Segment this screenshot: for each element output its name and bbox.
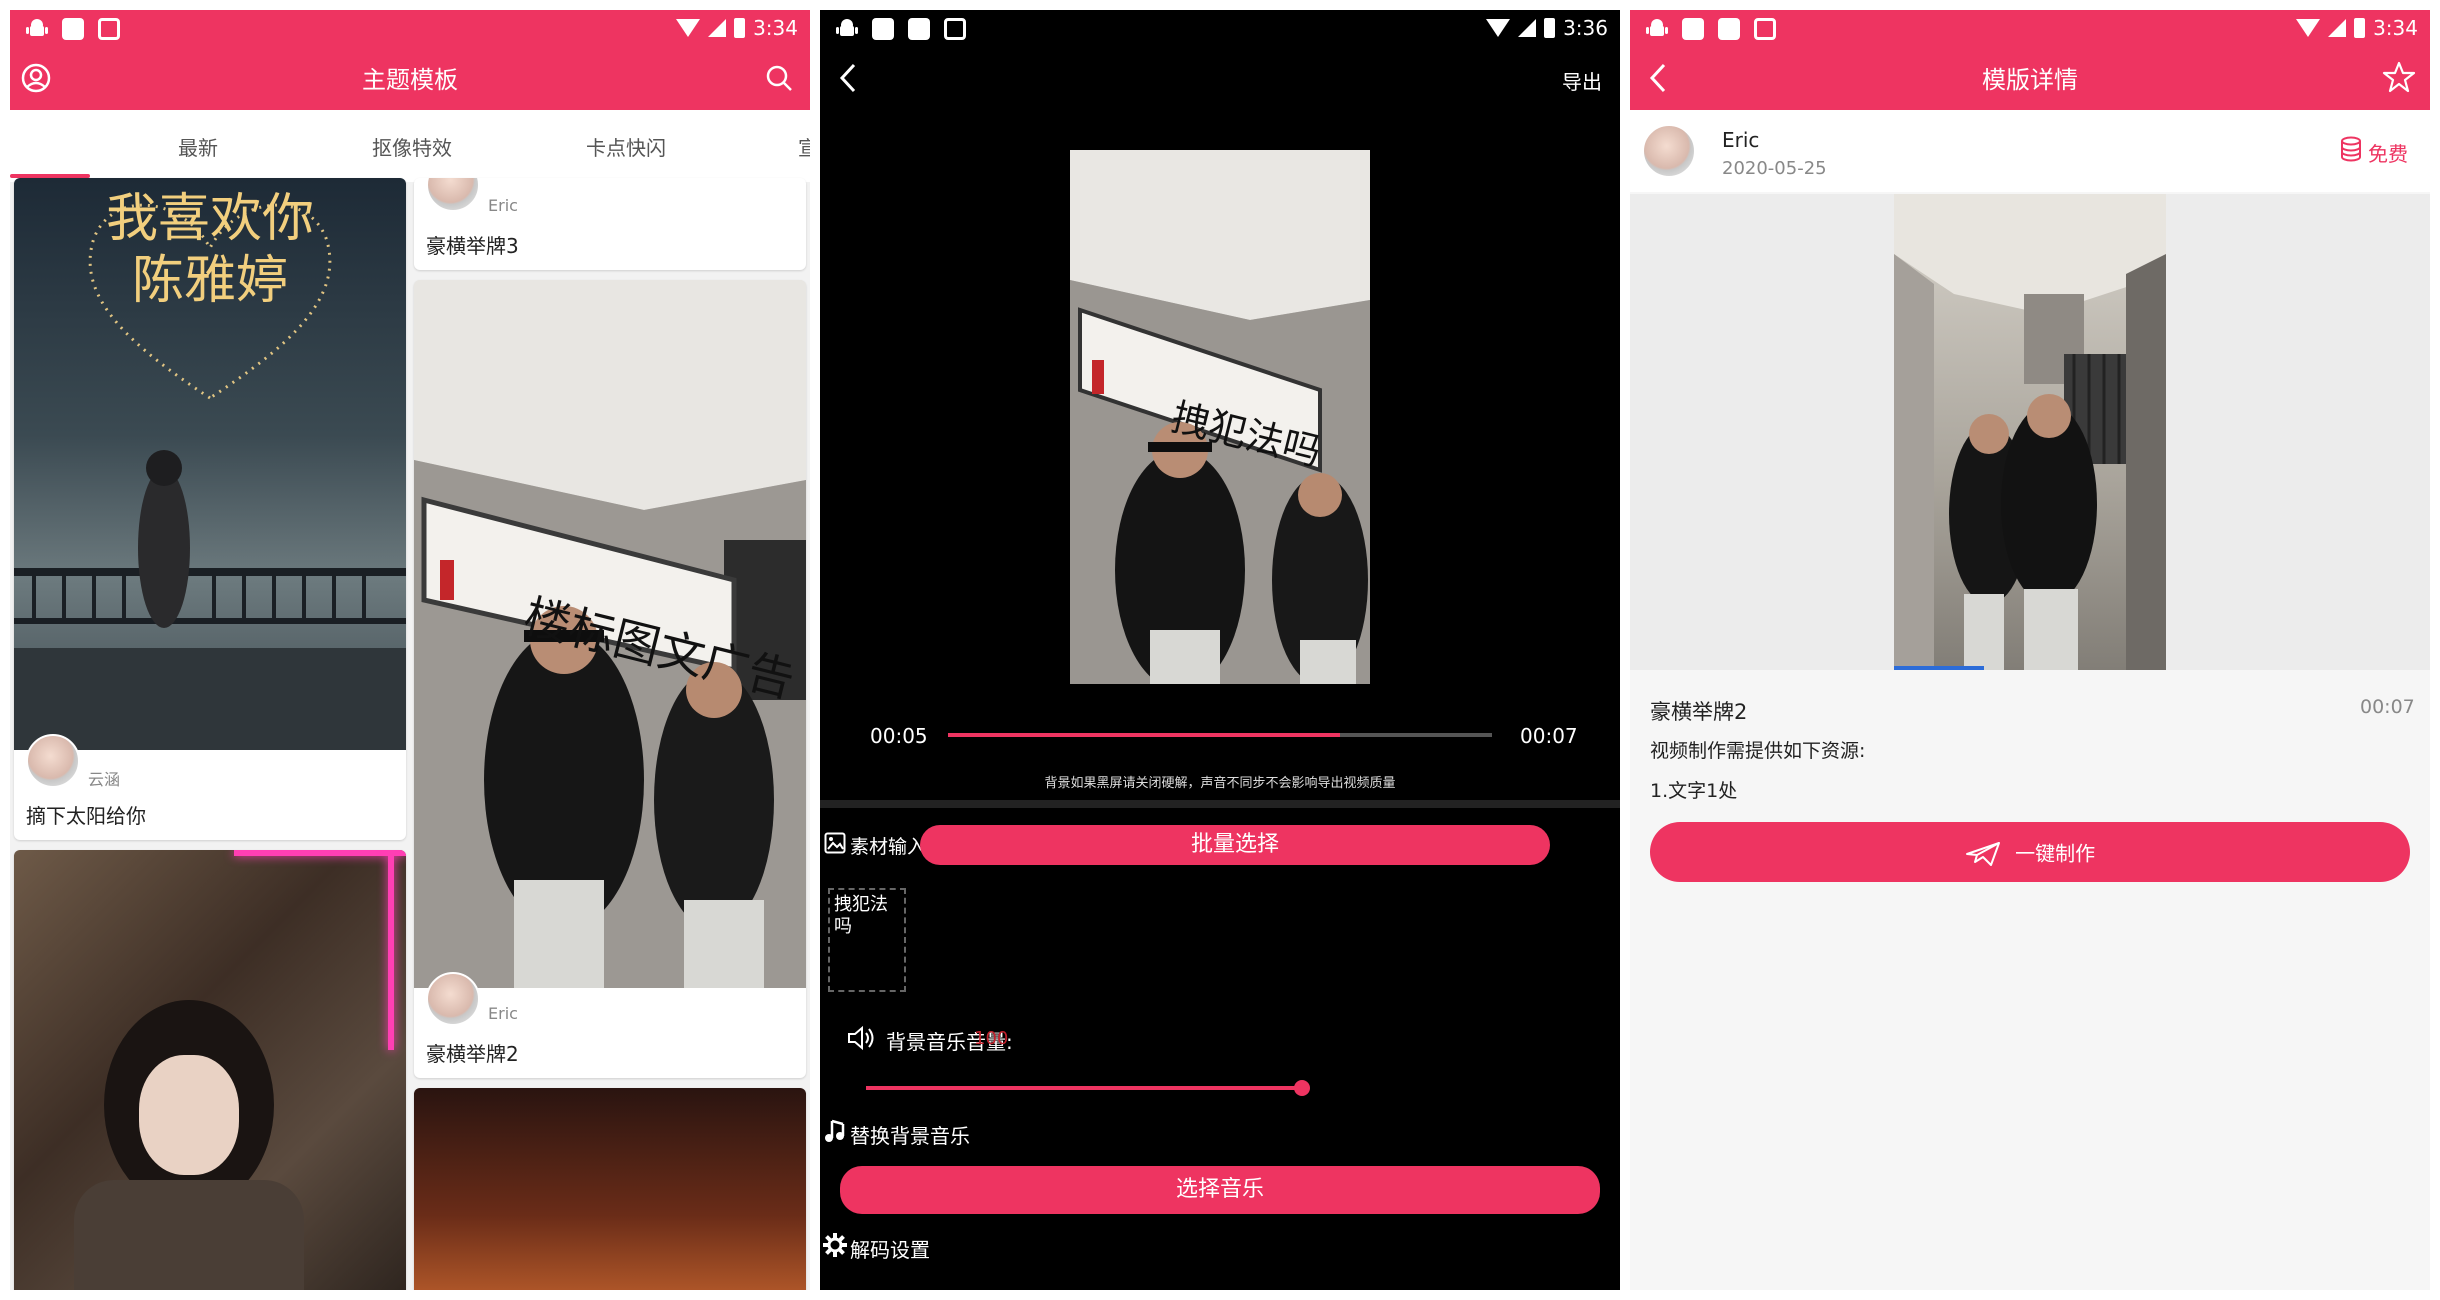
status-bar: 3:34 (1630, 10, 2430, 50)
image-icon (1682, 18, 1704, 40)
tab-bar: 最新 抠像特效 卡点快闪 宣 (10, 110, 810, 182)
tab-cutout-effects[interactable]: 抠像特效 (372, 132, 452, 161)
battery-icon (1544, 18, 1556, 38)
status-time: 3:34 (2373, 16, 2418, 40)
replace-music-label: 替换背景音乐 (850, 1124, 970, 1148)
batch-select-button[interactable]: 批量选择 (920, 825, 1550, 865)
current-time: 00:05 (870, 724, 928, 748)
a-icon (1754, 18, 1776, 40)
author-name: Eric (1722, 128, 1760, 152)
status-time: 3:34 (753, 16, 798, 40)
card-title: 豪横举牌2 (426, 1042, 519, 1066)
wifi-icon (1486, 19, 1511, 37)
preview-area (1630, 194, 2430, 670)
preview-progress (1894, 666, 1984, 670)
video-preview[interactable]: 拽犯法吗 (1070, 150, 1370, 684)
volume-fill (866, 1086, 1302, 1090)
image-icon (824, 832, 846, 854)
coins-icon (2341, 136, 2361, 162)
page-title: 主题模板 (362, 66, 458, 94)
bg-volume-value: 100 (974, 1028, 1009, 1049)
publish-date: 2020-05-25 (1722, 158, 1827, 179)
circle-icon (908, 18, 930, 40)
cell-icon (2328, 19, 2347, 37)
template-card[interactable]: Eric 豪横举牌3 (414, 178, 806, 270)
battery-icon (2354, 18, 2366, 38)
body-shape (74, 1180, 304, 1290)
volume-icon (848, 1025, 874, 1051)
video-editor-screen: 3:36 导出 拽犯法吗 00:05 00:07 背景如果黑屏请关闭硬解，声音不… (820, 10, 1620, 1290)
progress-track[interactable] (948, 733, 1492, 737)
back-icon[interactable] (836, 62, 860, 94)
image-icon (872, 18, 894, 40)
template-card[interactable] (14, 850, 406, 1290)
divider (820, 800, 1620, 808)
material-input-label: 素材输入 (850, 836, 927, 858)
card-title: 豪横举牌3 (426, 234, 519, 258)
make-label: 一键制作 (2015, 841, 2096, 866)
android-icon (26, 19, 48, 36)
make-button[interactable]: 一键制作 (1650, 822, 2410, 882)
template-preview[interactable] (1894, 194, 2166, 670)
volume-slider[interactable] (866, 1080, 1310, 1096)
template-card[interactable] (414, 1088, 806, 1290)
neon-light (388, 850, 394, 1050)
template-title: 豪横举牌2 (1650, 700, 1748, 724)
page-title: 模版详情 (1982, 66, 2078, 94)
status-time: 3:36 (1563, 16, 1608, 40)
total-time: 00:07 (1520, 724, 1578, 748)
circle-icon (1718, 18, 1740, 40)
card-thumbnail: 楼标图文广告 (414, 280, 806, 988)
card-thumbnail: 我喜欢你 陈雅婷 (14, 178, 406, 750)
hint-text: 背景如果黑屏请关闭硬解，声音不同步不会影响导出视频质量 (1044, 776, 1396, 791)
template-card[interactable]: 我喜欢你 陈雅婷 云涵 摘下太阳给你 (14, 178, 406, 840)
card-author: Eric (488, 196, 518, 215)
progress-fill (948, 733, 1340, 737)
music-icon (825, 1119, 845, 1142)
image-icon (62, 18, 84, 40)
volume-knob[interactable] (1294, 1080, 1310, 1096)
cell-icon (1518, 19, 1537, 37)
send-icon (1965, 841, 2000, 866)
export-button[interactable]: 导出 (1562, 66, 1602, 95)
android-icon (1646, 19, 1668, 36)
author-row: Eric 2020-05-25 免费 (1630, 110, 2430, 192)
decode-settings-label[interactable]: 解码设置 (850, 1234, 930, 1263)
card-author: Eric (488, 1004, 518, 1023)
wifi-icon (2296, 19, 2321, 37)
gear-icon (823, 1233, 847, 1257)
status-bar: 3:36 (820, 10, 1620, 50)
choose-music-button[interactable]: 选择音乐 (840, 1166, 1600, 1214)
search-icon[interactable] (765, 64, 793, 92)
status-bar: 3:34 (10, 10, 810, 50)
a-icon (98, 18, 120, 40)
neon-light (234, 850, 406, 856)
tab-latest[interactable]: 最新 (178, 132, 218, 161)
template-detail-screen: 3:34 模版详情 Eric 2020-05-25 免费 豪横举牌2 00:07… (1630, 10, 2430, 1290)
star-icon[interactable] (2382, 60, 2416, 94)
cell-icon (708, 19, 727, 37)
wifi-icon (676, 19, 701, 37)
avatar (426, 178, 480, 212)
a-icon (944, 18, 966, 40)
avatar (1642, 124, 1696, 178)
free-badge: 免费 (2368, 142, 2408, 166)
resource-item: 1.文字1处 (1650, 780, 1738, 802)
avatar (26, 734, 80, 788)
card-title: 摘下太阳给你 (26, 804, 146, 828)
card-author: 云涵 (88, 770, 121, 789)
tab-more[interactable]: 宣 (798, 132, 810, 161)
text-material-slot[interactable]: 拽犯法吗 (828, 888, 906, 992)
tab-beat-flash[interactable]: 卡点快闪 (586, 132, 666, 161)
card-image-text: 我喜欢你 陈雅婷 (105, 189, 314, 311)
resource-desc: 视频制作需提供如下资源: (1650, 740, 1866, 762)
theme-template-screen: 3:34 主题模板 最新 抠像特效 卡点快闪 宣 我喜欢你 陈雅婷 云涵 摘下太… (10, 10, 810, 1290)
battery-icon (734, 18, 746, 38)
face-shape (139, 1055, 239, 1175)
android-icon (836, 19, 858, 36)
template-card[interactable]: 楼标图文广告 Eric 豪横举牌2 (414, 280, 806, 1078)
avatar (426, 972, 480, 1026)
template-duration: 00:07 (2360, 696, 2415, 718)
